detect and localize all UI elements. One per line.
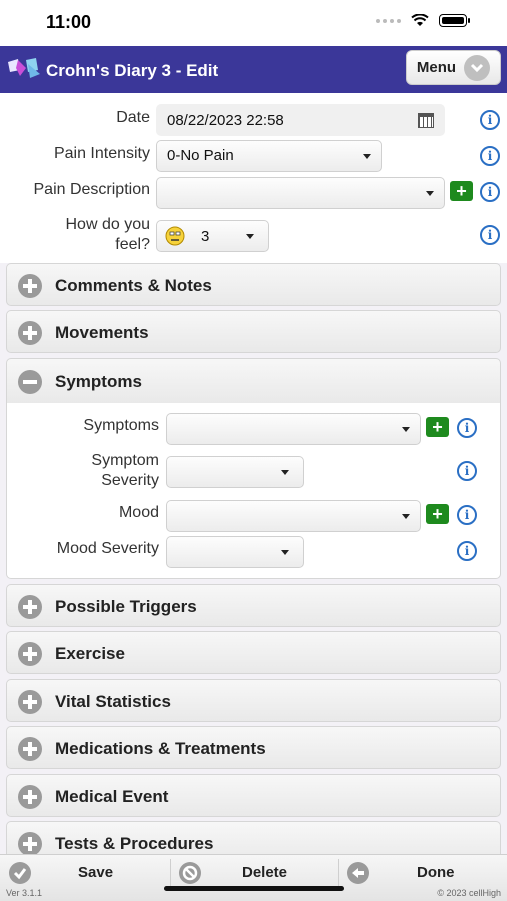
section-medical-event[interactable]: Medical Event [6,774,501,817]
save-label: Save [78,864,114,881]
delete-label: Delete [242,864,288,881]
menu-button[interactable]: Menu [406,50,501,85]
entry-form: Date 08/22/2023 22:58 i Pain Intensity 0… [0,93,507,263]
symptoms-label: Symptoms [83,417,159,434]
dropdown-caret-icon [281,470,289,475]
mood-label: Mood [118,504,159,521]
section-label: Vital Statistics [55,692,171,711]
signal-icon [376,18,401,23]
menu-label: Menu [416,59,457,76]
mood-select[interactable] [166,500,421,532]
add-pain-description-button[interactable]: + [450,181,473,201]
done-label: Done [417,864,455,881]
info-icon[interactable]: i [457,505,477,525]
info-icon[interactable]: i [480,110,500,130]
dropdown-caret-icon [363,154,371,159]
date-label: Date [116,109,150,126]
app-logo-icon [8,58,40,78]
collapse-minus-icon [18,370,42,394]
add-mood-button[interactable]: + [426,504,449,524]
section-label: Comments & Notes [55,276,212,295]
pain-description-select[interactable] [156,177,445,209]
section-medications[interactable]: Medications & Treatments [6,726,501,769]
status-time: 11:00 [46,12,92,32]
section-label: Movements [55,323,149,342]
bottom-toolbar: Save Delete Done Ver 3.1.1 © 2023 cellHi… [0,854,507,901]
expand-plus-icon [18,690,42,714]
dropdown-caret-icon [281,550,289,555]
feel-label: How do you feel? [66,215,151,255]
battery-icon [439,14,470,27]
dropdown-caret-icon [246,234,254,239]
expand-plus-icon [18,785,42,809]
save-button[interactable]: Save [0,855,169,891]
calendar-icon[interactable] [418,113,434,128]
info-icon[interactable]: i [480,225,500,245]
info-icon[interactable]: i [480,182,500,202]
status-icons [376,14,470,27]
feel-value: 3 [201,228,210,245]
info-icon[interactable]: i [457,541,477,561]
date-field[interactable]: 08/22/2023 22:58 [156,104,445,136]
feel-select[interactable]: 3 [156,220,269,252]
face-emoji-icon [165,226,185,246]
home-indicator[interactable] [164,886,344,891]
checkmark-icon [9,862,31,884]
section-exercise[interactable]: Exercise [6,631,501,674]
delete-icon [179,862,201,884]
feel-label-line2: feel? [115,236,150,253]
page-title: Crohn's Diary 3 - Edit [46,61,219,80]
section-label: Exercise [55,644,125,663]
wifi-icon [411,14,429,26]
section-possible-triggers[interactable]: Possible Triggers [6,584,501,627]
section-label: Tests & Procedures [55,834,214,853]
section-label: Symptoms [55,372,142,391]
section-label: Medical Event [55,787,169,806]
status-bar: 11:00 [0,0,507,46]
chevron-down-icon [464,54,491,81]
version-text: Ver 3.1.1 [6,888,43,898]
mood-severity-select[interactable] [166,536,304,568]
symptoms-select[interactable] [166,413,421,445]
info-icon[interactable]: i [457,461,477,481]
pain-intensity-select[interactable]: 0-No Pain [156,140,382,172]
section-comments[interactable]: Comments & Notes [6,263,501,306]
section-symptoms[interactable]: Symptoms [6,358,501,404]
expand-plus-icon [18,321,42,345]
symptom-severity-line2: Severity [101,472,159,489]
section-vital-statistics[interactable]: Vital Statistics [6,679,501,722]
mood-severity-label: Mood Severity [56,540,159,557]
dropdown-caret-icon [426,191,434,196]
section-label: Medications & Treatments [55,739,266,758]
dropdown-caret-icon [402,514,410,519]
pain-intensity-label: Pain Intensity [53,145,150,162]
feel-label-line1: How do you [65,216,151,233]
app-header: Crohn's Diary 3 - Edit Menu [0,46,507,93]
done-button[interactable]: Done [339,855,507,891]
arrow-left-icon [347,862,369,884]
expand-plus-icon [18,595,42,619]
expand-plus-icon [18,642,42,666]
expand-plus-icon [18,832,42,856]
symptom-severity-line1: Symptom [91,452,159,469]
pain-intensity-value: 0-No Pain [167,147,234,164]
expand-plus-icon [18,737,42,761]
info-icon[interactable]: i [457,418,477,438]
pain-description-label: Pain Description [33,181,151,198]
symptom-severity-select[interactable] [166,456,304,488]
symptom-severity-label: Symptom Severity [91,451,159,491]
info-icon[interactable]: i [480,146,500,166]
section-movements[interactable]: Movements [6,310,501,353]
date-value: 08/22/2023 22:58 [167,112,284,129]
copyright-text: © 2023 cellHigh [437,888,501,898]
expand-plus-icon [18,274,42,298]
dropdown-caret-icon [402,427,410,432]
section-label: Possible Triggers [55,597,197,616]
symptoms-panel: Symptoms + i Symptom Severity i Mood + i… [6,403,501,579]
add-symptom-button[interactable]: + [426,417,449,437]
